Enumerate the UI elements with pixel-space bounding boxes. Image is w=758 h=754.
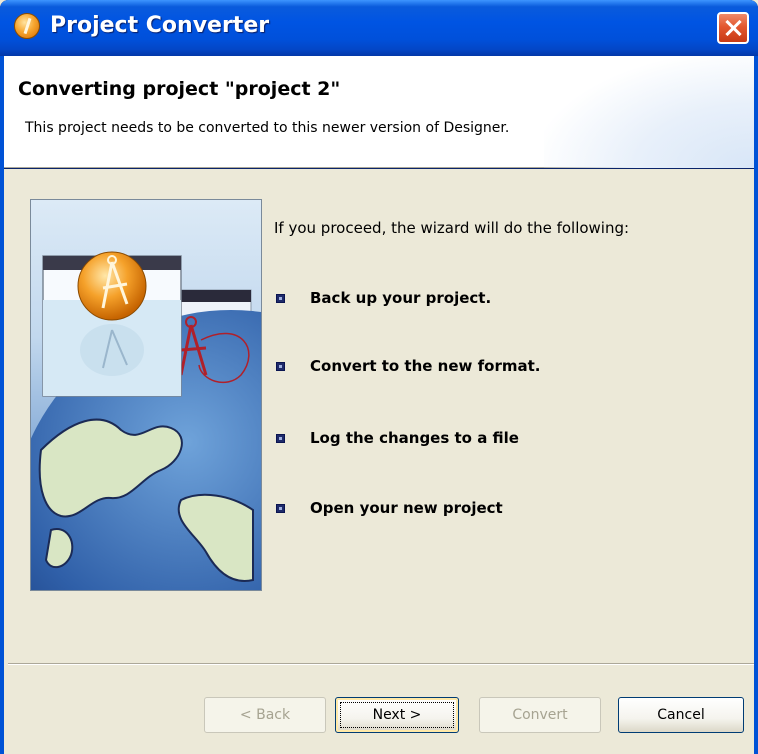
window-frame-right xyxy=(754,56,758,754)
step-item-log: Log the changes to a file xyxy=(276,429,519,447)
page-subtitle: This project needs to be converted to th… xyxy=(25,120,510,136)
step-label: Back up your project. xyxy=(310,289,492,307)
cancel-button-label: Cancel xyxy=(657,707,705,723)
focus-ring xyxy=(340,702,454,728)
wizard-header: Converting project "project 2" This proj… xyxy=(4,56,754,168)
step-item-backup: Back up your project. xyxy=(276,289,492,307)
bullet-icon xyxy=(276,504,285,513)
wizard-illustration xyxy=(30,199,262,591)
step-item-open: Open your new project xyxy=(276,499,503,517)
window-title: Project Converter xyxy=(50,13,270,38)
next-button[interactable]: Next > xyxy=(335,697,459,733)
wizard-content: If you proceed, the wizard will do the f… xyxy=(4,169,754,754)
button-separator xyxy=(8,663,754,665)
back-button[interactable]: < Back xyxy=(204,697,326,733)
back-button-label: < Back xyxy=(239,707,291,723)
page-title: Converting project "project 2" xyxy=(18,78,341,100)
cancel-button[interactable]: Cancel xyxy=(618,697,744,733)
header-decoration xyxy=(544,56,754,168)
project-converter-app-icon xyxy=(14,13,40,39)
step-label: Open your new project xyxy=(310,499,503,517)
convert-button[interactable]: Convert xyxy=(479,697,601,733)
bullet-icon xyxy=(276,362,285,371)
globe-illustration-icon xyxy=(31,251,261,590)
close-button[interactable] xyxy=(717,12,749,44)
convert-button-label: Convert xyxy=(512,707,568,723)
title-bar[interactable]: Project Converter xyxy=(0,0,758,56)
step-item-convert: Convert to the new format. xyxy=(276,357,541,375)
project-converter-window: Project Converter Converting project "pr… xyxy=(0,0,758,754)
bullet-icon xyxy=(276,294,285,303)
step-label: Log the changes to a file xyxy=(310,429,519,447)
intro-text: If you proceed, the wizard will do the f… xyxy=(274,219,630,237)
step-label: Convert to the new format. xyxy=(310,357,541,375)
bullet-icon xyxy=(276,434,285,443)
